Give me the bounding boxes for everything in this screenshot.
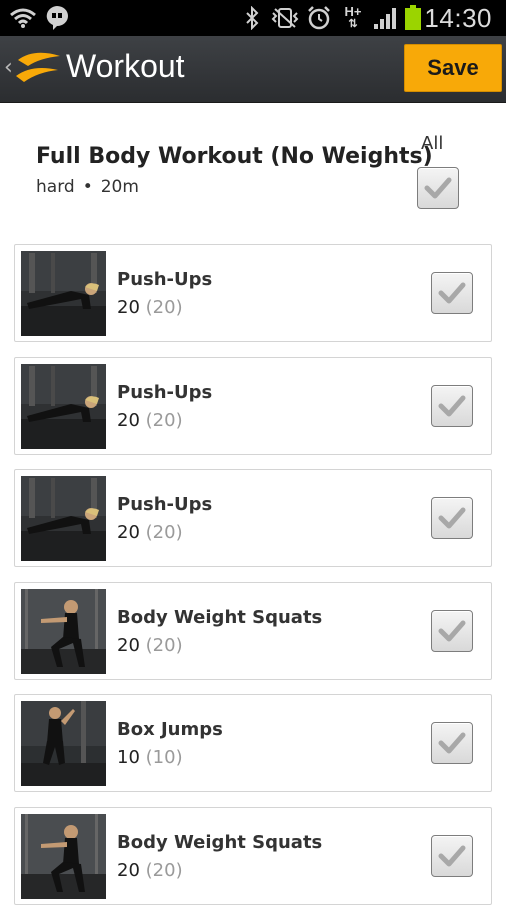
- signal-icon: [372, 5, 400, 31]
- exercise-name: Push-Ups: [117, 269, 213, 290]
- exercise-thumbnail: [21, 476, 106, 561]
- checkmark-icon: [438, 395, 466, 416]
- select-all-label: All: [421, 133, 444, 154]
- network-type-label: H+: [344, 4, 362, 19]
- exercise-thumbnail: [21, 588, 106, 674]
- exercise-checkbox[interactable]: [431, 384, 473, 427]
- reps-target: (20): [145, 297, 183, 318]
- exercise-card[interactable]: Box Jumps 10 (10): [14, 694, 492, 792]
- checkmark-icon: [438, 732, 466, 754]
- workout-meta: hard • 20m: [36, 177, 139, 197]
- workout-title: Full Body Workout (No Weights): [36, 144, 433, 169]
- workout-difficulty: hard: [36, 177, 75, 197]
- data-arrows-icon: ⇅: [348, 18, 358, 30]
- exercise-reps: 20 (20): [117, 410, 183, 431]
- reps-value: 20: [117, 634, 140, 656]
- back-chevron-icon[interactable]: ‹: [4, 56, 14, 80]
- wifi-icon: [8, 5, 38, 31]
- exercise-card[interactable]: Push-Ups 20 (20): [14, 469, 492, 567]
- bluetooth-icon: [242, 5, 262, 31]
- exercise-name: Body Weight Squats: [117, 831, 323, 853]
- reps-target: (10): [145, 747, 183, 768]
- checkmark-icon: [438, 507, 466, 529]
- meta-separator: •: [82, 177, 93, 197]
- exercise-name: Push-Ups: [117, 494, 213, 515]
- reps-target: (20): [145, 522, 183, 543]
- exercise-thumbnail: [21, 813, 106, 899]
- app-logo[interactable]: [14, 50, 62, 86]
- checkmark-icon: [424, 177, 452, 199]
- clock: 14:30: [424, 3, 492, 33]
- exercise-checkbox[interactable]: [431, 609, 473, 652]
- vibrate-icon: [270, 5, 300, 31]
- reps-target: (20): [145, 409, 183, 431]
- hangouts-icon: [44, 5, 70, 31]
- alarm-icon: [305, 5, 333, 31]
- reps-value: 20: [117, 522, 140, 543]
- exercise-reps: 20 (20): [117, 522, 183, 543]
- select-all-checkbox[interactable]: [417, 167, 459, 209]
- exercise-thumbnail: [21, 701, 106, 786]
- reps-target: (20): [145, 634, 183, 656]
- exercise-checkbox[interactable]: [431, 272, 473, 314]
- exercise-reps: 20 (20): [117, 860, 183, 881]
- reps-value: 20: [117, 409, 140, 431]
- checkmark-icon: [438, 845, 466, 866]
- reps-value: 10: [117, 747, 140, 768]
- exercise-checkbox[interactable]: [431, 834, 473, 877]
- exercise-checkbox[interactable]: [431, 722, 473, 764]
- checkmark-icon: [438, 282, 466, 304]
- exercise-reps: 20 (20): [117, 635, 183, 656]
- status-bar: H+ ⇅ 14:30: [0, 0, 506, 36]
- reps-value: 20: [117, 297, 140, 318]
- exercise-name: Box Jumps: [117, 719, 223, 740]
- exercise-name: Body Weight Squats: [117, 606, 323, 628]
- exercise-card[interactable]: Body Weight Squats 20 (20): [14, 581, 492, 680]
- exercise-thumbnail: [21, 251, 106, 336]
- checkmark-icon: [438, 620, 466, 641]
- exercise-name: Push-Ups: [117, 381, 213, 403]
- exercise-card[interactable]: Body Weight Squats 20 (20): [14, 806, 492, 905]
- page-title: Workout: [66, 48, 185, 84]
- exercise-card[interactable]: Push-Ups 20 (20): [14, 356, 492, 455]
- hplus-network-icon: H+ ⇅: [340, 5, 366, 31]
- exercise-checkbox[interactable]: [431, 497, 473, 539]
- exercise-reps: 10 (10): [117, 747, 183, 768]
- exercise-thumbnail: [21, 363, 106, 449]
- reps-value: 20: [117, 859, 140, 881]
- action-bar: ‹ Workout Save: [0, 36, 506, 103]
- exercise-card[interactable]: Push-Ups 20 (20): [14, 244, 492, 342]
- exercise-reps: 20 (20): [117, 297, 183, 318]
- save-button[interactable]: Save: [404, 44, 502, 92]
- reps-target: (20): [145, 859, 183, 881]
- battery-icon: [403, 5, 423, 31]
- workout-duration: 20m: [100, 177, 139, 197]
